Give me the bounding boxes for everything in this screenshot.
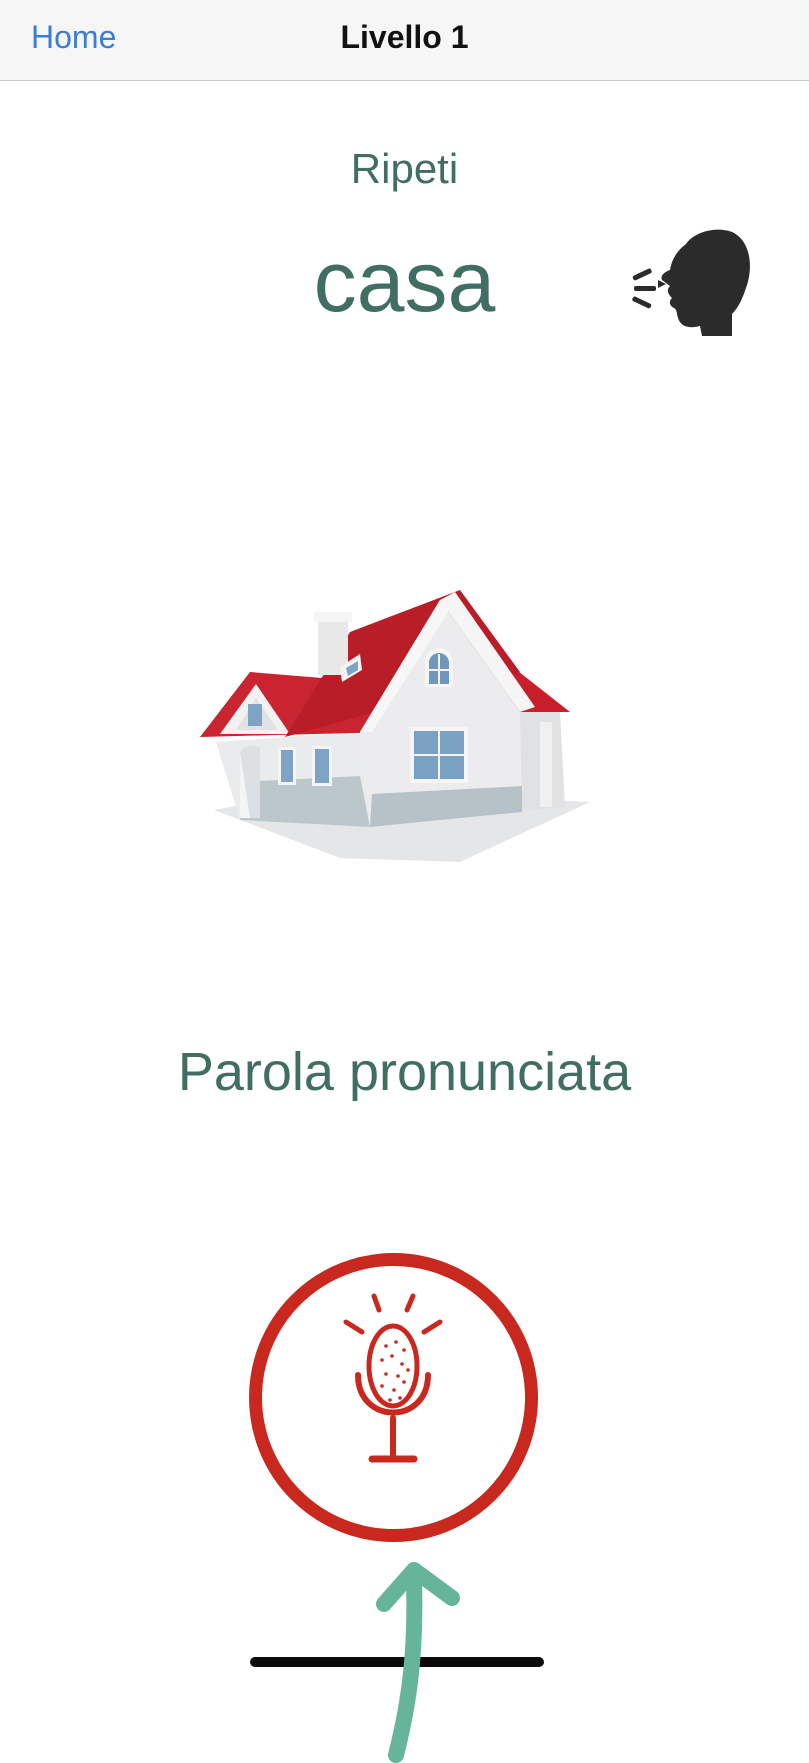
screen: Home Livello 1 Ripeti casa Parola pronun…	[0, 0, 809, 1763]
speaking-head-icon[interactable]	[628, 228, 752, 344]
microphone-record-button[interactable]	[246, 1250, 541, 1545]
home-indicator	[250, 1657, 544, 1667]
navigation-bar: Home Livello 1	[0, 0, 809, 81]
instruction-label: Ripeti	[350, 145, 459, 192]
page-title: Livello 1	[340, 19, 469, 55]
spoken-word-label: Parola pronunciata	[177, 1042, 632, 1102]
house-illustration	[200, 590, 590, 862]
hint-arrow-icon	[376, 1562, 460, 1763]
